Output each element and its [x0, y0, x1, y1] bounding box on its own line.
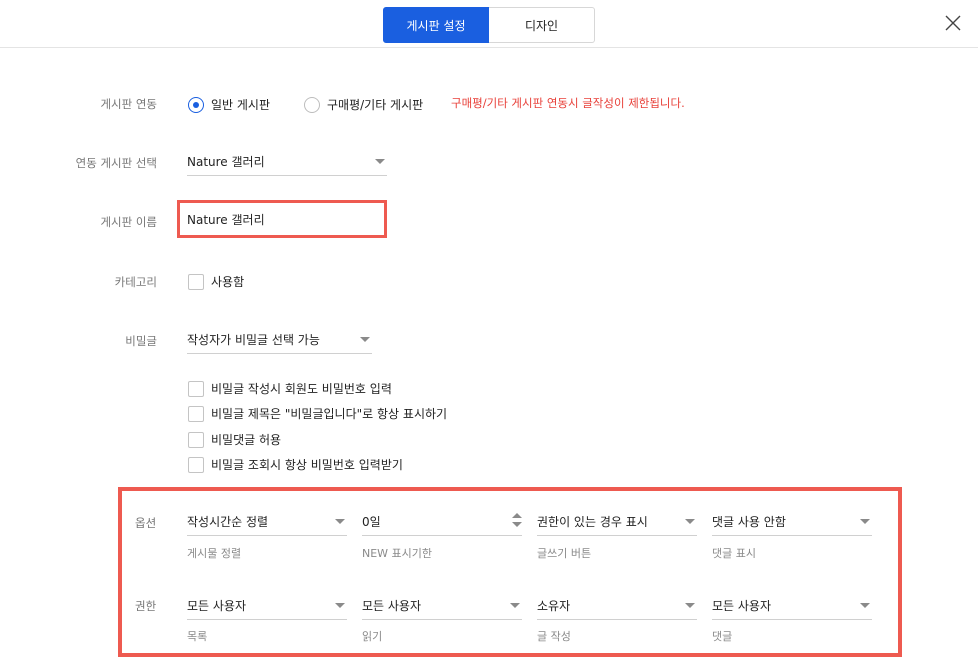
secret-checkbox-label: 비밀글 제목은 "비밀글입니다"로 항상 표시하기	[211, 407, 448, 421]
list-permission-caption: 목록	[187, 630, 208, 643]
secret-select[interactable]: 작성자가 비밀글 선택 가능	[187, 326, 372, 354]
secret-checkbox-member-password[interactable]: 비밀글 작성시 회원도 비밀번호 입력	[188, 380, 392, 397]
secret-checkbox-label: 비밀글 작성시 회원도 비밀번호 입력	[211, 382, 392, 396]
chevron-down-icon	[685, 519, 695, 524]
tab-group: 게시판 설정 디자인	[383, 7, 595, 43]
comment-display-value: 댓글 사용 안함	[712, 515, 786, 529]
radio-review-board[interactable]: 구매평/기타 게시판	[304, 96, 423, 113]
secret-checkbox-always-password[interactable]: 비밀글 조회시 항상 비밀번호 입력받기	[188, 456, 403, 473]
checkbox-icon	[188, 405, 204, 422]
new-period-value: 0일	[362, 515, 381, 529]
board-link-label: 게시판 연동	[100, 97, 157, 111]
list-permission-value: 모든 사용자	[187, 599, 247, 613]
options-label: 옵션	[135, 516, 157, 530]
comment-display-select[interactable]: 댓글 사용 안함	[712, 508, 872, 536]
link-board-select[interactable]: Nature 갤러리	[187, 148, 387, 176]
checkbox-icon	[188, 273, 204, 290]
read-permission-value: 모든 사용자	[362, 599, 422, 613]
link-board-select-value: Nature 갤러리	[187, 155, 265, 169]
secret-checkbox-label: 비밀댓글 허용	[211, 433, 282, 447]
close-icon[interactable]	[944, 14, 964, 34]
secret-checkbox-title-display[interactable]: 비밀글 제목은 "비밀글입니다"로 항상 표시하기	[188, 405, 447, 422]
comment-permission-caption: 댓글	[712, 630, 733, 643]
link-warning-text: 구매평/기타 게시판 연동시 글작성이 제한됩니다.	[451, 96, 685, 110]
checkbox-icon	[188, 456, 204, 473]
permissions-label: 권한	[135, 599, 157, 613]
tab-board-settings[interactable]: 게시판 설정	[383, 7, 489, 43]
chevron-down-icon	[335, 519, 345, 524]
comment-permission-select[interactable]: 모든 사용자	[712, 592, 872, 620]
sort-order-select[interactable]: 작성시간순 정렬	[187, 508, 347, 536]
list-permission-select[interactable]: 모든 사용자	[187, 592, 347, 620]
sort-order-value: 작성시간순 정렬	[187, 515, 269, 529]
tab-design[interactable]: 디자인	[489, 7, 595, 43]
board-name-input[interactable]: Nature 갤러리	[177, 200, 387, 238]
secret-select-value: 작성자가 비밀글 선택 가능	[187, 333, 320, 347]
radio-unselected-icon	[304, 96, 320, 113]
stepper-arrows-icon[interactable]	[512, 513, 522, 529]
comment-display-caption: 댓글 표시	[712, 547, 756, 560]
write-button-select[interactable]: 권한이 있는 경우 표시	[537, 508, 697, 536]
board-name-value: Nature 갤러리	[187, 212, 265, 227]
read-permission-caption: 읽기	[362, 630, 383, 643]
radio-general-board[interactable]: 일반 게시판	[188, 96, 270, 113]
chevron-down-icon	[335, 603, 345, 608]
category-use-label: 사용함	[211, 275, 245, 289]
sort-order-caption: 게시물 정렬	[187, 547, 242, 560]
checkbox-icon	[188, 380, 204, 397]
secret-label: 비밀글	[125, 334, 157, 348]
comment-permission-value: 모든 사용자	[712, 599, 772, 613]
category-use-checkbox[interactable]: 사용함	[188, 273, 244, 290]
radio-selected-icon	[188, 96, 204, 113]
radio-review-board-label: 구매평/기타 게시판	[327, 98, 424, 112]
checkbox-icon	[188, 431, 204, 448]
write-button-value: 권한이 있는 경우 표시	[537, 515, 648, 529]
secret-checkbox-comment[interactable]: 비밀댓글 허용	[188, 431, 281, 448]
category-label: 카테고리	[114, 275, 157, 289]
write-button-caption: 글쓰기 버튼	[537, 547, 592, 560]
chevron-down-icon	[360, 337, 370, 342]
chevron-down-icon	[510, 603, 520, 608]
chevron-down-icon	[860, 603, 870, 608]
chevron-down-icon	[860, 519, 870, 524]
new-period-stepper[interactable]: 0일	[362, 508, 522, 536]
write-permission-select[interactable]: 소유자	[537, 592, 697, 620]
write-permission-value: 소유자	[537, 599, 571, 613]
chevron-down-icon	[375, 159, 385, 164]
radio-general-board-label: 일반 게시판	[211, 98, 271, 112]
read-permission-select[interactable]: 모든 사용자	[362, 592, 522, 620]
link-select-label: 연동 게시판 선택	[75, 156, 157, 170]
chevron-down-icon	[685, 603, 695, 608]
secret-checkbox-label: 비밀글 조회시 항상 비밀번호 입력받기	[211, 458, 403, 472]
top-bar: 게시판 설정 디자인	[0, 0, 978, 48]
write-permission-caption: 글 작성	[537, 630, 571, 643]
new-period-caption: NEW 표시기한	[362, 547, 433, 560]
board-name-label: 게시판 이름	[100, 215, 157, 229]
